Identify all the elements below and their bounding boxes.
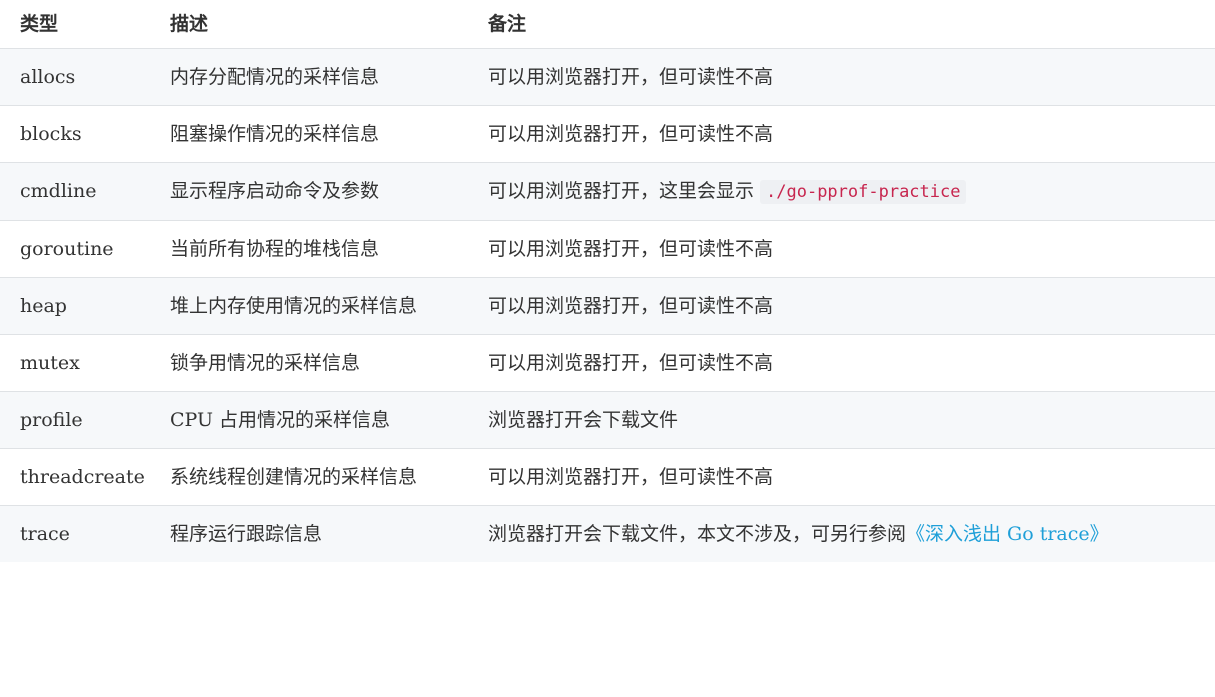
go-trace-article-link[interactable]: 《深入浅出 Go trace》 <box>906 523 1109 545</box>
note-text: 可以用浏览器打开，这里会显示 <box>488 180 755 202</box>
cell-type: heap <box>0 277 150 335</box>
table-row: allocs 内存分配情况的采样信息 可以用浏览器打开，但可读性不高 <box>0 48 1215 106</box>
table-row: heap 堆上内存使用情况的采样信息 可以用浏览器打开，但可读性不高 <box>0 277 1215 335</box>
cell-type: allocs <box>0 48 150 106</box>
cell-description: CPU 占用情况的采样信息 <box>150 391 468 449</box>
cell-note: 可以用浏览器打开，但可读性不高 <box>468 48 1215 106</box>
cell-type: mutex <box>0 334 150 392</box>
cell-type: threadcreate <box>0 448 150 506</box>
table-row: threadcreate 系统线程创建情况的采样信息 可以用浏览器打开，但可读性… <box>0 448 1215 506</box>
cell-type: trace <box>0 505 150 562</box>
cell-note: 浏览器打开会下载文件，本文不涉及，可另行参阅《深入浅出 Go trace》 <box>468 505 1215 562</box>
cell-description: 阻塞操作情况的采样信息 <box>150 105 468 163</box>
table-row: profile CPU 占用情况的采样信息 浏览器打开会下载文件 <box>0 391 1215 449</box>
cell-note: 可以用浏览器打开，但可读性不高 <box>468 277 1215 335</box>
table-row: mutex 锁争用情况的采样信息 可以用浏览器打开，但可读性不高 <box>0 334 1215 392</box>
cell-note: 浏览器打开会下载文件 <box>468 391 1215 449</box>
cell-description: 堆上内存使用情况的采样信息 <box>150 277 468 335</box>
table-row: goroutine 当前所有协程的堆栈信息 可以用浏览器打开，但可读性不高 <box>0 220 1215 278</box>
cell-description: 内存分配情况的采样信息 <box>150 48 468 106</box>
cell-description: 系统线程创建情况的采样信息 <box>150 448 468 506</box>
cell-note: 可以用浏览器打开，但可读性不高 <box>468 448 1215 506</box>
header-type: 类型 <box>0 0 150 49</box>
cell-description: 程序运行跟踪信息 <box>150 505 468 562</box>
cell-note: 可以用浏览器打开，这里会显示 ./go-pprof-practice <box>468 162 1215 221</box>
cell-type: profile <box>0 391 150 449</box>
cell-description: 显示程序启动命令及参数 <box>150 162 468 221</box>
table-header: 类型 描述 备注 <box>0 0 1215 49</box>
cell-note: 可以用浏览器打开，但可读性不高 <box>468 220 1215 278</box>
inline-code: ./go-pprof-practice <box>760 180 967 204</box>
cell-note: 可以用浏览器打开，但可读性不高 <box>468 334 1215 392</box>
header-description: 描述 <box>150 0 468 49</box>
cell-note: 可以用浏览器打开，但可读性不高 <box>468 105 1215 163</box>
table-row: blocks 阻塞操作情况的采样信息 可以用浏览器打开，但可读性不高 <box>0 105 1215 163</box>
table-row: cmdline 显示程序启动命令及参数 可以用浏览器打开，这里会显示 ./go-p… <box>0 162 1215 221</box>
cell-type: goroutine <box>0 220 150 278</box>
table-row: trace 程序运行跟踪信息 浏览器打开会下载文件，本文不涉及，可另行参阅《深入… <box>0 505 1215 562</box>
cell-type: cmdline <box>0 162 150 221</box>
cell-description: 锁争用情况的采样信息 <box>150 334 468 392</box>
note-text: 浏览器打开会下载文件，本文不涉及，可另行参阅 <box>488 523 907 545</box>
header-note: 备注 <box>468 0 1215 49</box>
cell-description: 当前所有协程的堆栈信息 <box>150 220 468 278</box>
cell-type: blocks <box>0 105 150 163</box>
pprof-types-table: 类型 描述 备注 allocs 内存分配情况的采样信息 可以用浏览器打开，但可读… <box>0 0 1215 562</box>
